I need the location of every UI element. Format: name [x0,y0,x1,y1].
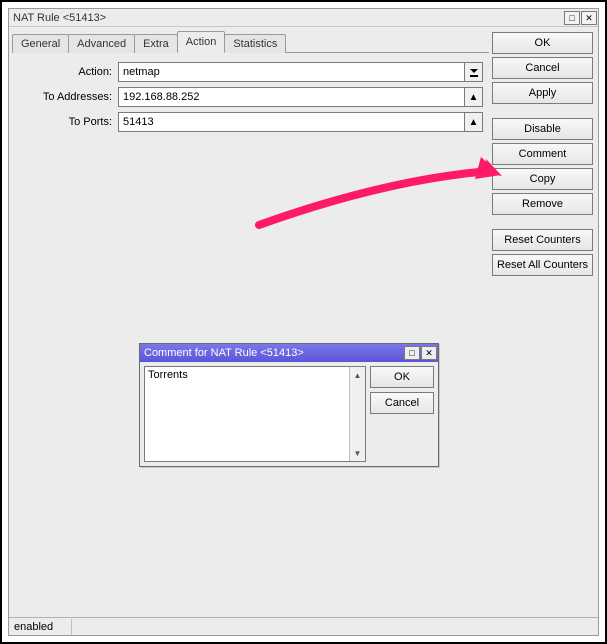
status-enabled: enabled [12,619,72,635]
row-to-ports: To Ports: ▲ [18,112,483,132]
close-icon[interactable]: ✕ [421,346,437,360]
tab-advanced[interactable]: Advanced [68,34,135,53]
comment-button[interactable]: Comment [492,143,593,165]
maximize-icon[interactable]: □ [564,11,580,25]
label-action: Action: [18,66,118,78]
comment-textarea[interactable] [145,367,349,461]
remove-button[interactable]: Remove [492,193,593,215]
row-to-addresses: To Addresses: ▲ [18,87,483,107]
comment-dialog-body: ▲ ▼ OK Cancel [140,362,438,466]
comment-text-wrap: ▲ ▼ [144,366,366,462]
ok-button[interactable]: OK [492,32,593,54]
screenshot-frame: NAT Rule <51413> □ ✕ General Advanced Ex… [0,0,607,644]
reset-all-counters-button[interactable]: Reset All Counters [492,254,593,276]
left-pane: General Advanced Extra Action Statistics… [9,27,492,617]
tab-extra[interactable]: Extra [134,34,178,53]
comment-ok-button[interactable]: OK [370,366,434,388]
reset-counters-button[interactable]: Reset Counters [492,229,593,251]
copy-button[interactable]: Copy [492,168,593,190]
tab-action[interactable]: Action [177,31,226,53]
close-icon[interactable]: ✕ [581,11,597,25]
tab-statistics[interactable]: Statistics [224,34,286,53]
comment-dialog: Comment for NAT Rule <51413> □ ✕ ▲ ▼ [139,343,439,467]
status-bar: enabled [9,617,598,635]
tab-strip: General Advanced Extra Action Statistics [12,30,489,52]
comment-dialog-titlebar[interactable]: Comment for NAT Rule <51413> □ ✕ [140,344,438,362]
collapse-up-icon[interactable]: ▲ [465,87,483,107]
comment-cancel-button[interactable]: Cancel [370,392,434,414]
dropdown-icon[interactable] [465,62,483,82]
disable-button[interactable]: Disable [492,118,593,140]
scroll-up-icon[interactable]: ▲ [350,367,365,383]
to-addresses-input[interactable] [118,87,465,107]
window-controls: □ ✕ [564,11,597,25]
to-ports-input[interactable] [118,112,465,132]
label-to-ports: To Ports: [18,116,118,128]
collapse-up-icon[interactable]: ▲ [465,112,483,132]
main-area: General Advanced Extra Action Statistics… [9,27,598,617]
cancel-button[interactable]: Cancel [492,57,593,79]
window-body: General Advanced Extra Action Statistics… [9,27,598,635]
action-tab-panel: Action: To Addresses: [12,52,489,617]
row-action: Action: [18,62,483,82]
scroll-down-icon[interactable]: ▼ [350,445,365,461]
window-title: NAT Rule <51413> [13,12,564,24]
nat-rule-window: NAT Rule <51413> □ ✕ General Advanced Ex… [8,8,599,636]
button-column: OK Cancel Apply Disable Comment Copy Rem… [492,27,598,617]
tab-general[interactable]: General [12,34,69,53]
window-titlebar[interactable]: NAT Rule <51413> □ ✕ [9,9,598,27]
comment-dialog-buttons: OK Cancel [370,366,434,462]
scrollbar[interactable]: ▲ ▼ [349,367,365,461]
label-to-addresses: To Addresses: [18,91,118,103]
apply-button[interactable]: Apply [492,82,593,104]
comment-dialog-title: Comment for NAT Rule <51413> [144,347,404,359]
maximize-icon[interactable]: □ [404,346,420,360]
action-select[interactable] [118,62,465,82]
